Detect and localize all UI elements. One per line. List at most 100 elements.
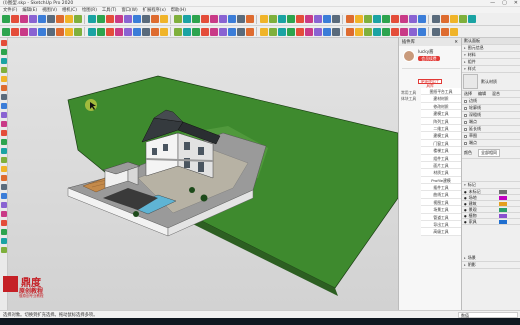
left-tool-icon[interactable] (1, 220, 7, 226)
toolbar-tool-icon[interactable] (97, 15, 105, 23)
toolbar-tool-icon[interactable] (29, 27, 37, 36)
toolbar-tool-icon[interactable] (400, 27, 408, 36)
toolbar-tool-icon[interactable] (47, 15, 55, 23)
left-tool-icon[interactable] (1, 148, 7, 154)
toolbar-tool-icon[interactable] (269, 15, 277, 23)
plugin-item[interactable]: 建模工具 (421, 132, 461, 140)
left-tool-icon[interactable] (1, 175, 7, 181)
color-select[interactable]: 全部相同 (478, 148, 500, 157)
toolbar-tool-icon[interactable] (124, 27, 132, 36)
toolbar-tool-icon[interactable] (183, 27, 191, 36)
toolbar-tool-icon[interactable] (38, 15, 46, 23)
toolbar-tool-icon[interactable] (314, 15, 322, 23)
plugin-item[interactable]: 场景工具 (421, 206, 461, 214)
plugin-item[interactable]: Profile建模 (421, 176, 461, 185)
left-tool-icon[interactable] (1, 85, 7, 91)
toolbar-tool-icon[interactable] (432, 15, 440, 23)
checkbox[interactable] (464, 113, 467, 117)
close-button[interactable]: ✕ (514, 0, 518, 7)
toolbar-tool-icon[interactable] (142, 27, 150, 36)
toolbar-tool-icon[interactable] (11, 15, 19, 23)
plugin-item[interactable]: 建材材质 (421, 95, 461, 103)
toolbar-tool-icon[interactable] (160, 27, 168, 36)
edge-option[interactable]: 延长线 (462, 126, 520, 133)
plugin-item[interactable]: 建模工具 (421, 110, 461, 118)
tab-mix[interactable]: 混合 (492, 91, 500, 97)
toolbar-tool-icon[interactable] (346, 27, 354, 36)
toolbar-tool-icon[interactable] (269, 27, 277, 36)
toolbar-tool-icon[interactable] (287, 15, 295, 23)
toolbar-tool-icon[interactable] (151, 15, 159, 23)
section-materials[interactable]: ▾ 材料 (462, 52, 520, 59)
edge-option[interactable]: 端点 (462, 119, 520, 126)
toolbar-tool-icon[interactable] (106, 15, 114, 23)
user-avatar[interactable] (403, 50, 415, 62)
toolbar-tool-icon[interactable] (115, 15, 123, 23)
toolbar-tool-icon[interactable] (364, 15, 372, 23)
toolbar-tool-icon[interactable] (237, 27, 245, 36)
category-massing[interactable]: 体块工具 (399, 96, 419, 102)
section-styles[interactable]: ▾ 样式 (462, 66, 520, 73)
toolbar-tool-icon[interactable] (409, 27, 417, 36)
toolbar-tool-icon[interactable] (183, 15, 191, 23)
section-scenes[interactable]: ▸ 场景 (462, 255, 520, 262)
plugin-item[interactable]: 视图工具 (421, 198, 461, 207)
section-components[interactable]: ▸ 组件 (462, 59, 520, 66)
toolbar-tool-icon[interactable] (305, 15, 313, 23)
toolbar-tool-icon[interactable] (332, 27, 340, 36)
toolbar-tool-icon[interactable] (296, 27, 304, 36)
toolbar-tool-icon[interactable] (400, 15, 408, 23)
toolbar-tool-icon[interactable] (11, 27, 19, 36)
plugin-item[interactable]: 图纸平台工具 (421, 88, 461, 96)
toolbar-tool-icon[interactable] (56, 27, 64, 36)
tag-color-swatch[interactable] (498, 195, 507, 200)
plugin-item[interactable]: 门窗工具 (421, 139, 461, 148)
eye-icon[interactable]: ● (464, 208, 467, 212)
toolbar-tool-icon[interactable] (450, 27, 458, 36)
checkbox[interactable] (464, 120, 467, 124)
toolbar-tool-icon[interactable] (237, 15, 245, 23)
toolbar-tool-icon[interactable] (364, 27, 372, 36)
toolbar-tool-icon[interactable] (142, 15, 150, 23)
toolbar-tool-icon[interactable] (228, 15, 236, 23)
checkbox[interactable] (464, 127, 467, 131)
left-tool-icon[interactable] (1, 58, 7, 64)
toolbar-tool-icon[interactable] (260, 15, 268, 23)
tag-color-swatch[interactable] (498, 213, 507, 218)
toolbar-tool-icon[interactable] (296, 15, 304, 23)
material-swatch[interactable] (463, 74, 478, 89)
toolbar-tool-icon[interactable] (246, 15, 254, 23)
toolbar-tool-icon[interactable] (323, 27, 331, 36)
toolbar-tool-icon[interactable] (355, 27, 363, 36)
plugin-item[interactable]: 导出工具 (421, 221, 461, 229)
toolbar-tool-icon[interactable] (287, 27, 295, 36)
toolbar-tool-icon[interactable] (20, 27, 28, 36)
toolbar-tool-icon[interactable] (391, 27, 399, 36)
eye-icon[interactable]: ● (464, 190, 467, 194)
toolbar-tool-icon[interactable] (441, 15, 449, 23)
toolbar-tool-icon[interactable] (38, 27, 46, 36)
plugin-panel-close-icon[interactable]: ✕ (454, 40, 458, 45)
plugin-item[interactable]: 高级工具 (421, 228, 461, 236)
toolbar-tool-icon[interactable] (2, 15, 10, 23)
toolbar-tool-icon[interactable] (151, 27, 159, 36)
toolbar-tool-icon[interactable] (201, 27, 209, 36)
eye-icon[interactable]: ● (464, 214, 467, 218)
toolbar-tool-icon[interactable] (418, 27, 426, 36)
plugin-item[interactable]: 楼梯工具 (421, 147, 461, 155)
toolbar-tool-icon[interactable] (174, 27, 182, 36)
plugin-item[interactable]: 组件工具 (421, 154, 461, 162)
toolbar-tool-icon[interactable] (459, 15, 467, 23)
toolbar-tool-icon[interactable] (210, 15, 218, 23)
plugin-item[interactable]: 材质工具 (421, 169, 461, 177)
left-tool-icon[interactable] (1, 76, 7, 82)
toolbar-tool-icon[interactable] (314, 27, 322, 36)
toolbar-tool-icon[interactable] (133, 27, 141, 36)
toolbar-tool-icon[interactable] (346, 15, 354, 23)
tab-select[interactable]: 选择 (464, 91, 472, 97)
toolbar-tool-icon[interactable] (332, 15, 340, 23)
toolbar-tool-icon[interactable] (373, 27, 381, 36)
tag-color-swatch[interactable] (498, 207, 507, 212)
toolbar-tool-icon[interactable] (124, 15, 132, 23)
toolbar-tool-icon[interactable] (47, 27, 55, 36)
